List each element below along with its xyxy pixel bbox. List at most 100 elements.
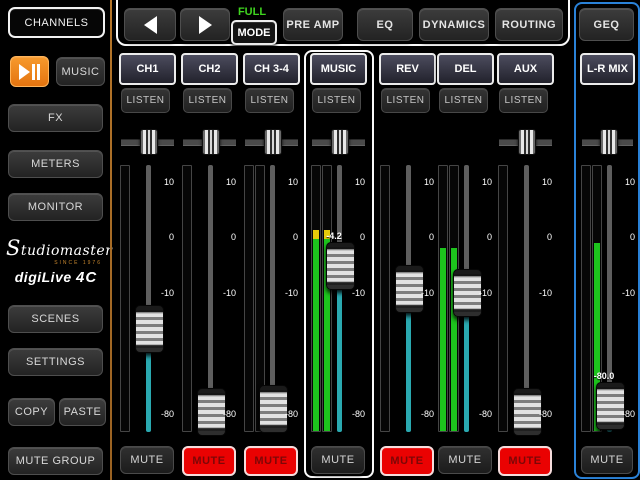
pan-slider[interactable] bbox=[243, 128, 300, 154]
fader-area: 10 0 -10 -80 bbox=[181, 165, 238, 432]
listen-button[interactable]: LISTEN bbox=[183, 88, 232, 113]
mute-button[interactable]: MUTE bbox=[120, 446, 174, 474]
listen-button[interactable]: LISTEN bbox=[121, 88, 170, 113]
play-pause-button[interactable] bbox=[10, 56, 49, 87]
level-meter bbox=[581, 165, 591, 432]
listen-button[interactable]: LISTEN bbox=[439, 88, 488, 113]
monitor-button[interactable]: MONITOR bbox=[8, 193, 103, 221]
channel-select-button[interactable]: MUSIC bbox=[310, 53, 367, 85]
settings-button[interactable]: SETTINGS bbox=[8, 348, 103, 376]
scenes-button[interactable]: SCENES bbox=[8, 305, 103, 333]
pan-slider[interactable] bbox=[181, 128, 238, 154]
level-meter bbox=[311, 165, 321, 432]
mute-button[interactable]: MUTE bbox=[311, 446, 365, 474]
channel-select-button[interactable]: CH1 bbox=[119, 53, 176, 85]
fader-area: 10 0 -10 -80 bbox=[119, 165, 176, 432]
fader-track bbox=[146, 165, 151, 432]
pan-knob[interactable] bbox=[331, 129, 349, 155]
pan-slider[interactable] bbox=[497, 128, 554, 154]
dynamics-button[interactable]: DYNAMICS bbox=[419, 8, 489, 41]
channel-select-button[interactable]: CH 3-4 bbox=[243, 53, 300, 85]
channel-strip-music: MUSIC LISTEN 10 0 -10 -80 -4.2 MUTE bbox=[310, 50, 367, 477]
scale-tick: 0 bbox=[533, 232, 552, 242]
routing-button[interactable]: ROUTING bbox=[495, 8, 563, 41]
mute-button[interactable]: MUTE bbox=[581, 446, 633, 474]
level-meter bbox=[322, 165, 332, 432]
channel-strip-aux: AUX LISTEN 10 0 -10 -80 MUTE bbox=[497, 50, 554, 477]
pre-amp-button[interactable]: PRE AMP bbox=[283, 8, 343, 41]
play-icon bbox=[19, 64, 30, 80]
channel-select-button[interactable]: AUX bbox=[497, 53, 554, 85]
scale-tick: 10 bbox=[473, 177, 492, 187]
scale-tick: 10 bbox=[616, 177, 635, 187]
prev-channel-button[interactable] bbox=[124, 8, 176, 41]
paste-button[interactable]: PASTE bbox=[59, 398, 106, 426]
listen-button[interactable]: LISTEN bbox=[499, 88, 548, 113]
fader-knob[interactable] bbox=[326, 242, 355, 290]
pan-knob[interactable] bbox=[600, 129, 618, 155]
fader-knob[interactable] bbox=[596, 382, 625, 430]
next-channel-button[interactable] bbox=[180, 8, 230, 41]
pause-icon bbox=[32, 64, 35, 80]
geq-button[interactable]: GEQ bbox=[579, 8, 634, 41]
fader-value-label: -80.0 bbox=[586, 371, 622, 381]
pan-slider[interactable] bbox=[310, 128, 367, 154]
copy-button[interactable]: COPY bbox=[8, 398, 55, 426]
scale-tick: -10 bbox=[473, 288, 492, 298]
pan-slider[interactable] bbox=[119, 128, 176, 154]
channel-select-button[interactable]: L-R MIX bbox=[580, 53, 635, 85]
pan-knob[interactable] bbox=[264, 129, 282, 155]
channel-strip-lr-mix: L-R MIX LISTEN 10 0 -10 -80 -80.0 MUTE bbox=[580, 50, 635, 477]
fader-track bbox=[337, 165, 342, 432]
scale-tick: 0 bbox=[155, 232, 174, 242]
arrow-left-icon bbox=[144, 16, 157, 34]
channel-select-button[interactable]: REV bbox=[379, 53, 436, 85]
channel-select-button[interactable]: DEL bbox=[437, 53, 494, 85]
scale-tick: -10 bbox=[279, 288, 298, 298]
mode-state-label: FULL bbox=[230, 6, 274, 18]
pan-knob[interactable] bbox=[518, 129, 536, 155]
mute-button[interactable]: MUTE bbox=[244, 446, 298, 476]
level-meter bbox=[438, 165, 448, 432]
fx-button[interactable]: FX bbox=[8, 104, 103, 132]
scale-tick: -80 bbox=[217, 409, 236, 419]
pan-knob[interactable] bbox=[202, 129, 220, 155]
channel-select-button[interactable]: CH2 bbox=[181, 53, 238, 85]
brand-logo: Studiomaster SINCE 1976 digiLive 4C bbox=[6, 236, 106, 286]
mute-button[interactable]: MUTE bbox=[380, 446, 434, 476]
channel-strip-del: DEL LISTEN 10 0 -10 -80 MUTE bbox=[437, 50, 494, 477]
level-meter bbox=[182, 165, 192, 432]
scale-tick: 0 bbox=[415, 232, 434, 242]
listen-button[interactable]: LISTEN bbox=[381, 88, 430, 113]
scale-tick: 10 bbox=[533, 177, 552, 187]
scale-tick: -10 bbox=[346, 288, 365, 298]
level-meter bbox=[380, 165, 390, 432]
scale-tick: -10 bbox=[533, 288, 552, 298]
arrow-right-icon bbox=[199, 16, 212, 34]
level-meter bbox=[244, 165, 254, 432]
pan-slider[interactable] bbox=[580, 128, 635, 154]
channels-button[interactable]: CHANNELS bbox=[8, 7, 105, 38]
eq-button[interactable]: EQ bbox=[357, 8, 413, 41]
scale-tick: -10 bbox=[217, 288, 236, 298]
channel-strip-ch2: CH2 LISTEN 10 0 -10 -80 MUTE bbox=[181, 50, 238, 477]
music-source-button[interactable]: MUSIC bbox=[56, 57, 105, 86]
fader-value-label: -4.2 bbox=[316, 231, 352, 241]
mute-button[interactable]: MUTE bbox=[498, 446, 552, 476]
scale-tick: 10 bbox=[217, 177, 236, 187]
channel-strip-ch1: CH1 LISTEN 10 0 -10 -80 MUTE bbox=[119, 50, 176, 477]
mute-button[interactable]: MUTE bbox=[182, 446, 236, 476]
channel-strip-ch3-4: CH 3-4 LISTEN 10 0 -10 -80 MUTE bbox=[243, 50, 300, 477]
mute-button[interactable]: MUTE bbox=[438, 446, 492, 474]
mute-group-button[interactable]: MUTE GROUP bbox=[8, 447, 103, 475]
listen-button[interactable]: LISTEN bbox=[245, 88, 294, 113]
mode-button[interactable]: MODE bbox=[231, 20, 277, 45]
fader-area: 10 0 -10 -80 bbox=[243, 165, 300, 432]
level-meter bbox=[120, 165, 130, 432]
listen-button[interactable]: LISTEN bbox=[312, 88, 361, 113]
studiomaster-logo: Studiomaster bbox=[6, 236, 106, 260]
meters-button[interactable]: METERS bbox=[8, 150, 103, 178]
sidebar-divider bbox=[110, 0, 112, 480]
pan-knob[interactable] bbox=[140, 129, 158, 155]
fader-knob[interactable] bbox=[135, 305, 164, 353]
